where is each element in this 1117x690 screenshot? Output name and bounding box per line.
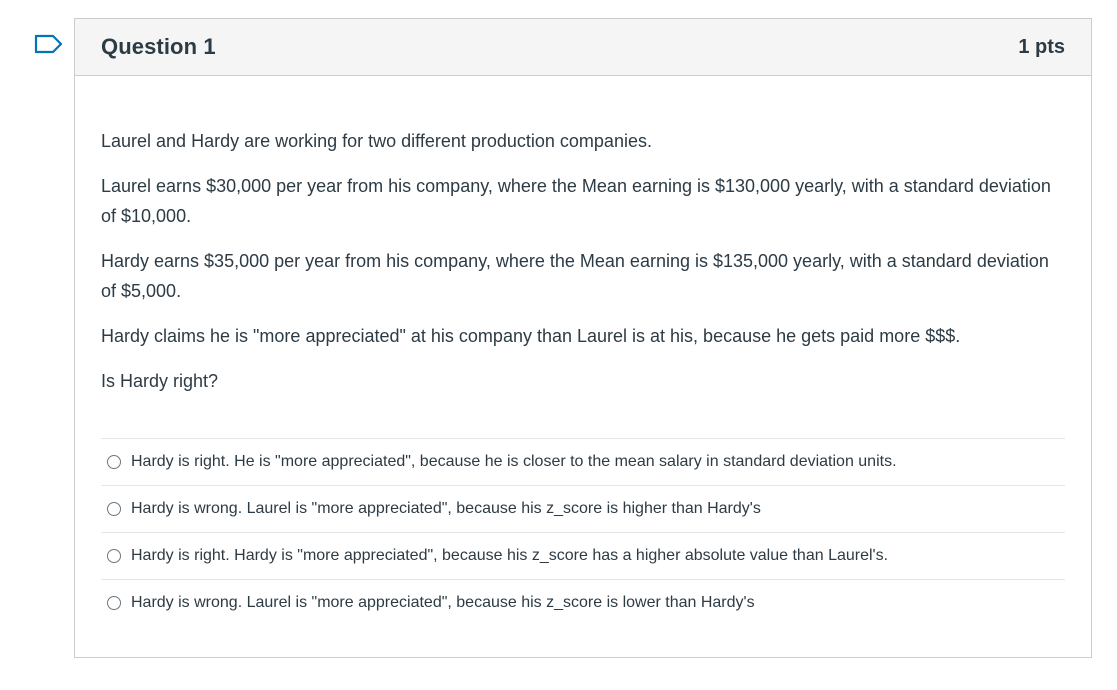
radio-button[interactable] (107, 502, 121, 516)
question-paragraph: Hardy claims he is "more appreciated" at… (101, 326, 961, 346)
question-text: Laurel and Hardy are working for two dif… (101, 126, 1065, 396)
answer-label[interactable]: Hardy is right. He is "more appreciated"… (131, 453, 897, 471)
answer-label[interactable]: Hardy is wrong. Laurel is "more apprecia… (131, 594, 755, 612)
question-paragraph: Laurel earns $30,000 per year from his c… (101, 176, 1051, 226)
answer-label[interactable]: Hardy is right. Hardy is "more appreciat… (131, 547, 888, 565)
question-paragraph: Is Hardy right? (101, 371, 219, 391)
question-points: 1 pts (1018, 35, 1065, 58)
radio-button[interactable] (107, 596, 121, 610)
question-title: Question 1 (101, 34, 216, 59)
question-body: Laurel and Hardy are working for two dif… (75, 126, 1091, 626)
radio-button[interactable] (107, 549, 121, 563)
answer-option-1[interactable]: Hardy is right. He is "more appreciated"… (101, 438, 1065, 485)
question-paragraph: Hardy earns $35,000 per year from his co… (101, 251, 1049, 301)
question-paragraph: Laurel and Hardy are working for two dif… (101, 131, 652, 151)
radio-button[interactable] (107, 455, 121, 469)
answer-label[interactable]: Hardy is wrong. Laurel is "more apprecia… (131, 500, 761, 518)
bookmark-flag-icon (34, 34, 63, 54)
answer-option-4[interactable]: Hardy is wrong. Laurel is "more apprecia… (101, 579, 1065, 626)
flag-question-button[interactable] (33, 33, 65, 55)
answer-option-3[interactable]: Hardy is right. Hardy is "more appreciat… (101, 532, 1065, 579)
question-card: Question 1 1 pts Laurel and Hardy are wo… (74, 18, 1092, 658)
answer-list: Hardy is right. He is "more appreciated"… (101, 438, 1065, 626)
question-header: Question 1 1 pts (75, 19, 1091, 76)
answer-option-2[interactable]: Hardy is wrong. Laurel is "more apprecia… (101, 485, 1065, 532)
